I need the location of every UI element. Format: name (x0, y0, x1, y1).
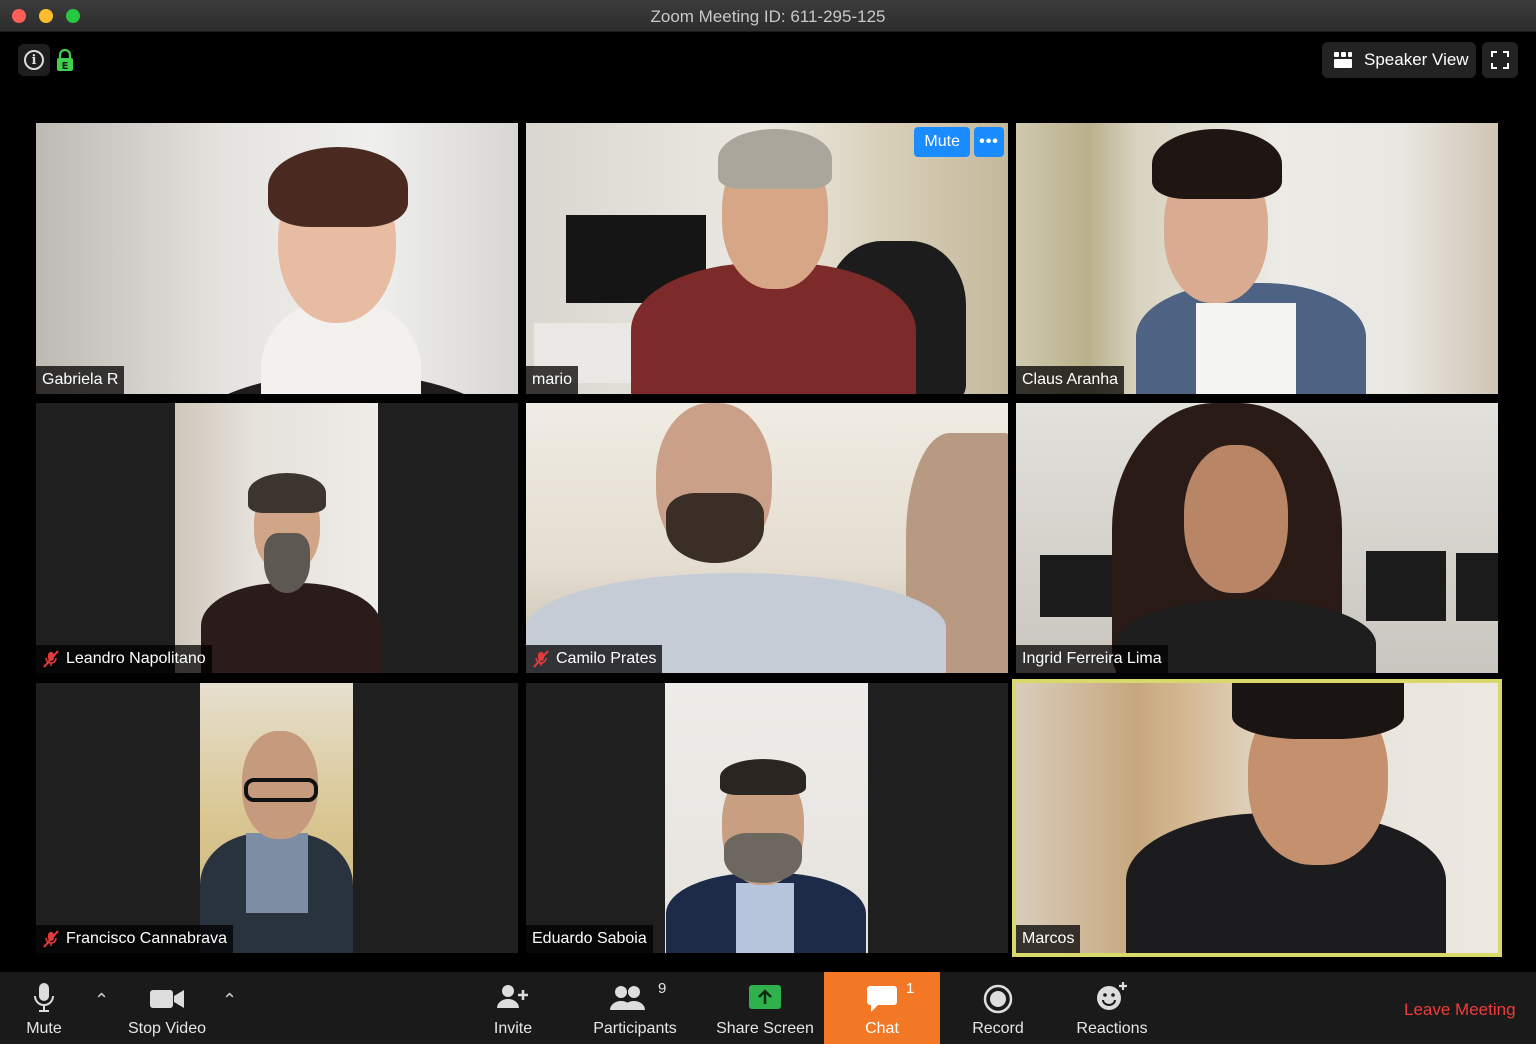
video-tile[interactable]: Leandro Napolitano (36, 403, 518, 673)
svg-text:E: E (62, 61, 69, 72)
participants-icon (610, 986, 645, 1010)
participant-name: Leandro Napolitano (66, 650, 206, 667)
reactions-icon (1097, 982, 1127, 1010)
video-tile[interactable]: Mute ••• mario (526, 123, 1008, 394)
participant-nameplate: Leandro Napolitano (36, 645, 212, 673)
participants-label: Participants (593, 1020, 677, 1037)
record-button[interactable]: Record (966, 972, 1030, 1044)
mute-button[interactable]: Mute (14, 972, 74, 1044)
chat-label: Chat (865, 1020, 899, 1037)
participant-nameplate: Camilo Prates (526, 645, 663, 673)
chat-button[interactable]: 1 Chat (824, 972, 940, 1044)
participant-name: Camilo Prates (556, 650, 657, 667)
video-tile[interactable]: Ingrid Ferreira Lima (1016, 403, 1498, 673)
fullscreen-icon (1491, 51, 1509, 69)
participant-name: Gabriela R (42, 371, 119, 388)
participant-nameplate: Eduardo Saboia (526, 925, 653, 953)
share-screen-icon (749, 985, 781, 1009)
chat-unread-count: 1 (906, 980, 915, 997)
participant-nameplate: mario (526, 366, 579, 394)
fullscreen-button[interactable] (1482, 42, 1518, 78)
speaker-view-label: Speaker View (1364, 50, 1469, 69)
participant-nameplate: Gabriela R (36, 366, 125, 394)
stop-video-button[interactable]: Stop Video (120, 972, 214, 1044)
video-tile[interactable]: Eduardo Saboia (526, 683, 1008, 953)
encryption-lock-icon[interactable]: E (56, 48, 74, 72)
speaker-view-button[interactable]: Speaker View (1322, 42, 1476, 78)
meeting-info-button[interactable]: i (18, 44, 50, 76)
participants-count: 9 (658, 980, 667, 997)
window-title: Zoom Meeting ID: 611-295-125 (650, 7, 886, 26)
participants-button[interactable]: 9 Participants (590, 972, 680, 1044)
participant-nameplate: Claus Aranha (1016, 366, 1125, 394)
invite-button[interactable]: Invite (484, 972, 542, 1044)
participant-name: Francisco Cannabrava (66, 930, 227, 947)
participant-mute-button[interactable]: Mute (914, 127, 970, 157)
leave-meeting-button[interactable]: Leave Meeting (1404, 1000, 1516, 1020)
record-label: Record (972, 1020, 1024, 1037)
participant-name: mario (532, 371, 573, 388)
video-tile[interactable]: Claus Aranha (1016, 123, 1498, 394)
participant-name: Eduardo Saboia (532, 930, 647, 947)
participant-nameplate: Ingrid Ferreira Lima (1016, 645, 1168, 673)
grid-icon (1334, 52, 1352, 68)
participant-name: Ingrid Ferreira Lima (1022, 650, 1162, 667)
audio-options-chevron-up-icon[interactable]: ⌃ (94, 990, 109, 1011)
reactions-button[interactable]: Reactions (1072, 972, 1152, 1044)
chat-bubble-icon (867, 986, 897, 1012)
record-icon (983, 984, 1013, 1014)
window-titlebar: Zoom Meeting ID: 611-295-125 (0, 0, 1536, 32)
video-tile-active-speaker[interactable]: Marcos (1012, 679, 1502, 957)
microphone-icon (34, 983, 54, 1012)
participant-name: Marcos (1022, 930, 1075, 947)
add-person-icon (497, 985, 528, 1008)
info-icon: i (24, 50, 44, 70)
video-tile[interactable]: Camilo Prates (526, 403, 1008, 673)
invite-label: Invite (493, 1020, 533, 1037)
mute-label: Mute (26, 1020, 62, 1037)
video-options-chevron-up-icon[interactable]: ⌃ (222, 990, 237, 1011)
reactions-label: Reactions (1076, 1020, 1148, 1037)
muted-mic-icon (533, 650, 549, 668)
share-screen-label: Share Screen (716, 1020, 814, 1037)
participant-name: Claus Aranha (1022, 371, 1119, 388)
participant-nameplate: Marcos (1016, 925, 1081, 953)
share-screen-button[interactable]: Share Screen (714, 972, 816, 1044)
muted-mic-icon (43, 650, 59, 668)
participant-nameplate: Francisco Cannabrava (36, 925, 233, 953)
video-tile[interactable]: Gabriela R (36, 123, 518, 394)
participant-more-button[interactable]: ••• (974, 127, 1004, 157)
stop-video-label: Stop Video (128, 1020, 206, 1037)
video-camera-icon (150, 990, 184, 1008)
video-tile[interactable]: Francisco Cannabrava (36, 683, 518, 953)
muted-mic-icon (43, 930, 59, 948)
